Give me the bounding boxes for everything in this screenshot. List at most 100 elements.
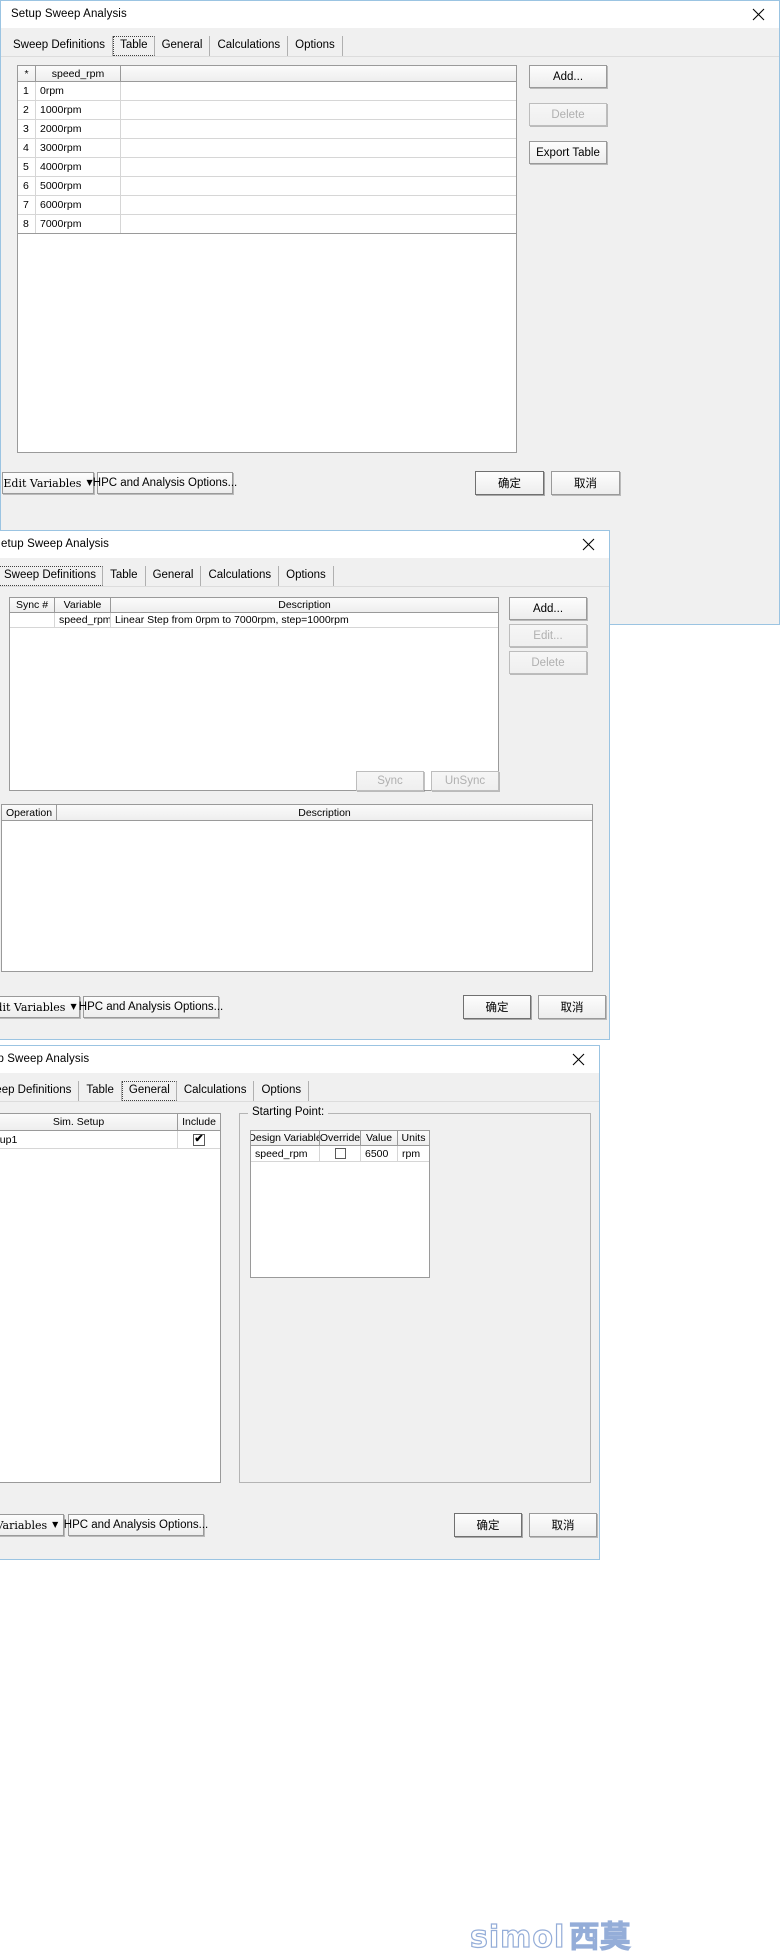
tab-options[interactable]: Options	[288, 36, 343, 56]
grid-header-operation[interactable]: Operation	[2, 805, 57, 820]
cell-design-variable: speed_rpm	[251, 1146, 320, 1161]
table-row[interactable]: 4 3000rpm	[18, 139, 516, 158]
sweep-table-grid[interactable]: * speed_rpm 1 0rpm 2 1000rpm 3 2000rpm 4	[17, 65, 517, 453]
grid-header-sim-setup[interactable]: Sim. Setup	[0, 1114, 178, 1130]
delete-button: Delete	[509, 651, 587, 674]
cell-speed-rpm[interactable]: 7000rpm	[36, 215, 121, 233]
grid-header-blank[interactable]	[121, 66, 516, 81]
starting-point-grid[interactable]: Design Variable Override Value Units spe…	[250, 1130, 430, 1278]
cell-blank	[121, 158, 516, 176]
watermark: simol 西莫	[469, 1912, 631, 1956]
window-title: up Sweep Analysis	[0, 1053, 90, 1065]
close-icon[interactable]	[567, 531, 609, 557]
cell-blank	[121, 196, 516, 214]
tab-general[interactable]: General	[121, 1081, 177, 1101]
export-table-button[interactable]: Export Table	[529, 141, 607, 164]
table-row[interactable]: 3 2000rpm	[18, 120, 516, 139]
cell-index: 7	[18, 196, 36, 214]
cell-index: 8	[18, 215, 36, 233]
grid-header-speed-rpm[interactable]: speed_rpm	[36, 66, 121, 81]
tab-sweep-definitions[interactable]: Sweep Definitions	[9, 36, 114, 56]
grid-header-include[interactable]: Include	[178, 1114, 220, 1130]
override-checkbox[interactable]	[334, 1148, 346, 1159]
cell-variable: speed_rpm	[55, 613, 111, 627]
cell-include[interactable]: ✔	[178, 1131, 220, 1148]
grid-header-row: Operation Description	[2, 805, 592, 821]
edit-variables-button[interactable]: dit Variables ▼	[0, 996, 80, 1018]
hpc-analysis-options-button[interactable]: HPC and Analysis Options...	[79, 996, 223, 1018]
cell-speed-rpm[interactable]: 6000rpm	[36, 196, 121, 214]
grid-header-units[interactable]: Units	[398, 1131, 429, 1145]
cell-speed-rpm[interactable]: 3000rpm	[36, 139, 121, 157]
window-title: Setup Sweep Analysis	[11, 8, 127, 20]
sweep-definitions-grid[interactable]: Sync # Variable Description speed_rpm Li…	[9, 597, 499, 791]
table-row[interactable]: 5 4000rpm	[18, 158, 516, 177]
grid-header-variable[interactable]: Variable	[55, 598, 111, 612]
hpc-analysis-options-button[interactable]: HPC and Analysis Options...	[64, 1514, 208, 1536]
grid-header-sync-number[interactable]: Sync #	[10, 598, 55, 612]
cell-blank	[121, 120, 516, 138]
grid-header-description[interactable]: Description	[111, 598, 498, 612]
include-checkbox[interactable]: ✔	[193, 1133, 205, 1146]
grid-header-index[interactable]: *	[18, 66, 36, 81]
cell-index: 3	[18, 120, 36, 138]
cell-speed-rpm[interactable]: 5000rpm	[36, 177, 121, 195]
cell-blank	[121, 82, 516, 100]
cell-speed-rpm[interactable]: 4000rpm	[36, 158, 121, 176]
close-icon[interactable]	[557, 1046, 599, 1072]
cancel-button[interactable]: 取消	[529, 1513, 597, 1537]
tab-table[interactable]: Table	[113, 36, 155, 56]
edit-variables-button[interactable]: t Variables ▼	[0, 1514, 64, 1536]
edit-variables-label: t Variables	[0, 1518, 48, 1532]
tab-options[interactable]: Options	[279, 566, 334, 586]
edit-variables-button[interactable]: Edit Variables ▼	[2, 472, 94, 494]
tab-calculations[interactable]: Calculations	[201, 566, 280, 586]
sim-setup-grid[interactable]: Sim. Setup Include Setup1 ✔	[0, 1113, 221, 1483]
cancel-button[interactable]: 取消	[538, 995, 606, 1019]
table-row[interactable]: 6 5000rpm	[18, 177, 516, 196]
grid-header-description[interactable]: Description	[57, 805, 592, 820]
cell-index: 4	[18, 139, 36, 157]
tab-calculations[interactable]: Calculations	[210, 36, 289, 56]
table-row[interactable]: 7 6000rpm	[18, 196, 516, 215]
cell-speed-rpm[interactable]: 1000rpm	[36, 101, 121, 119]
grid-header-row: Design Variable Override Value Units	[251, 1131, 429, 1146]
grid-header-design-variable[interactable]: Design Variable	[251, 1131, 320, 1145]
check-icon: ✔	[194, 1133, 204, 1145]
ok-button[interactable]: 确定	[454, 1513, 522, 1537]
ok-button[interactable]: 确定	[475, 471, 544, 495]
grid-body: speed_rpm Linear Step from 0rpm to 7000r…	[10, 613, 498, 628]
tab-general[interactable]: General	[155, 36, 211, 56]
table-row[interactable]: speed_rpm 6500 rpm	[251, 1146, 429, 1162]
tab-calculations[interactable]: Calculations	[177, 1081, 255, 1101]
add-button[interactable]: Add...	[509, 597, 587, 620]
tab-options[interactable]: Options	[254, 1081, 310, 1101]
cell-override[interactable]	[320, 1146, 361, 1161]
tab-table[interactable]: Table	[103, 566, 146, 586]
tab-sweep-definitions[interactable]: weep Definitions	[0, 1081, 80, 1101]
ok-button[interactable]: 确定	[463, 995, 531, 1019]
tabstrip: weep Definitions Table General Calculati…	[0, 1078, 599, 1102]
cell-index: 5	[18, 158, 36, 176]
table-row[interactable]: Setup1 ✔	[0, 1131, 220, 1149]
operation-grid[interactable]: Operation Description	[1, 804, 593, 972]
titlebar: etup Sweep Analysis	[0, 531, 609, 558]
tab-general[interactable]: General	[146, 566, 202, 586]
table-row[interactable]: speed_rpm Linear Step from 0rpm to 7000r…	[10, 613, 498, 628]
hpc-analysis-options-button[interactable]: HPC and Analysis Options...	[93, 472, 237, 494]
tab-sweep-definitions[interactable]: Sweep Definitions	[0, 566, 104, 586]
close-icon[interactable]	[737, 1, 779, 27]
dialog-setup-sweep-analysis-sweep-definitions: etup Sweep Analysis Sweep Definitions Ta…	[0, 530, 610, 1040]
cell-speed-rpm[interactable]: 2000rpm	[36, 120, 121, 138]
table-row[interactable]: 8 7000rpm	[18, 215, 516, 234]
grid-header-value[interactable]: Value	[361, 1131, 398, 1145]
cell-speed-rpm[interactable]: 0rpm	[36, 82, 121, 100]
table-row[interactable]: 1 0rpm	[18, 82, 516, 101]
add-button[interactable]: Add...	[529, 65, 607, 88]
grid-header-override[interactable]: Override	[320, 1131, 361, 1145]
cell-value[interactable]: 6500	[361, 1146, 398, 1161]
cancel-button[interactable]: 取消	[551, 471, 620, 495]
tab-table[interactable]: Table	[79, 1081, 122, 1101]
cell-index: 1	[18, 82, 36, 100]
table-row[interactable]: 2 1000rpm	[18, 101, 516, 120]
